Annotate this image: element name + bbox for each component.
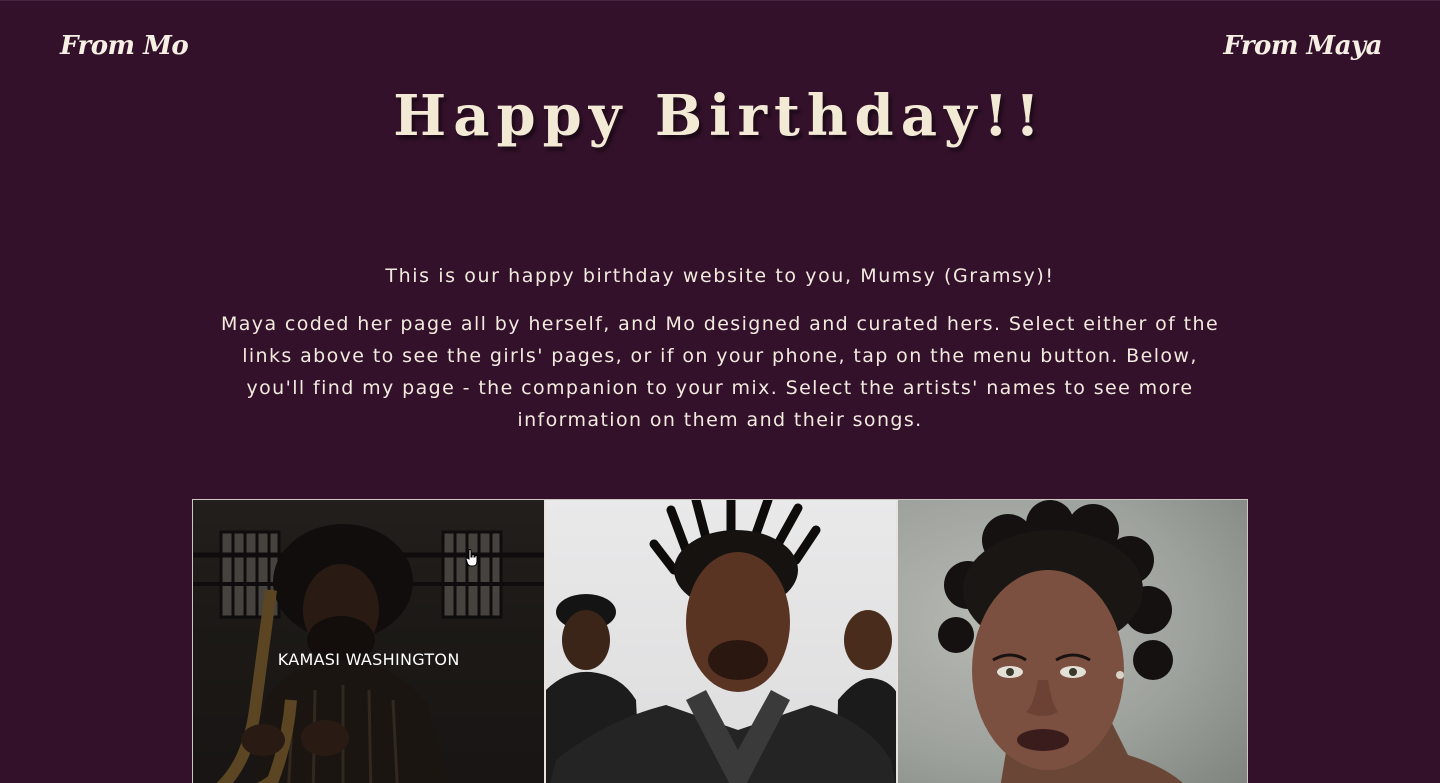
artist-card-3[interactable]: [895, 500, 1247, 783]
rihanna-portrait-photo: [937, 500, 1183, 783]
artist-card-kamasi-washington[interactable]: KAMASI WASHINGTON: [193, 500, 545, 783]
from-mo-link[interactable]: From Mo: [60, 31, 189, 61]
artist-gallery: KAMASI WASHINGTON: [192, 499, 1248, 783]
q-tip-group-photo: [546, 500, 896, 783]
from-maya-link[interactable]: From Maya: [1223, 31, 1382, 61]
artist-card-2[interactable]: [544, 500, 896, 783]
hand-pointer-icon: [465, 549, 478, 567]
intro-greeting: This is our happy birthday website to yo…: [385, 265, 1055, 287]
card-hover-overlay: [193, 500, 545, 783]
intro-description: Maya coded her page all by herself, and …: [220, 313, 1220, 431]
artist-name-label[interactable]: KAMASI WASHINGTON: [193, 650, 544, 669]
page-title: Happy Birthday!!: [393, 83, 1047, 149]
